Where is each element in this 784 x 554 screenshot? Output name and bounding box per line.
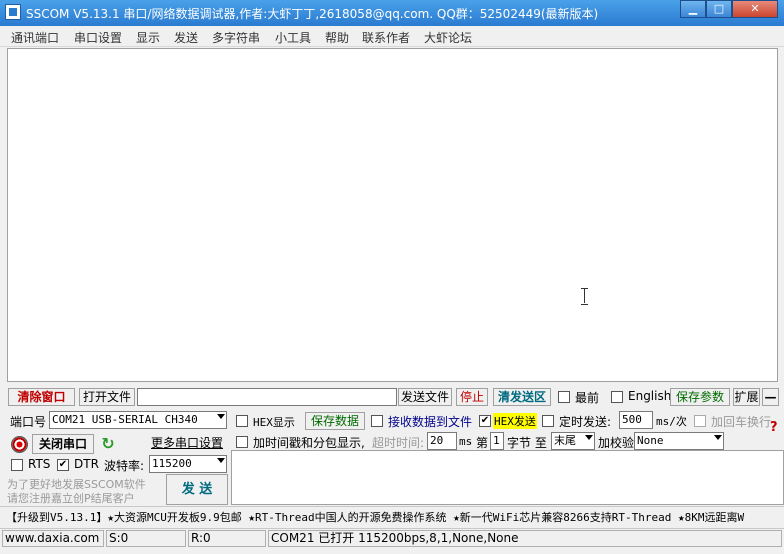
send-file-button[interactable]: 发送文件 (398, 388, 452, 406)
collapse-button[interactable]: — (762, 388, 779, 406)
timeout-unit-label: ms (459, 435, 473, 448)
interval-unit-label: ms/次 (656, 415, 687, 428)
menu-forum[interactable]: 大虾论坛 (424, 29, 472, 46)
recv-to-file-checkbox[interactable] (371, 415, 383, 427)
english-label: English (628, 389, 672, 403)
app-icon (5, 4, 21, 20)
menu-comm-port[interactable]: 通讯端口 (11, 29, 59, 46)
more-port-settings-link[interactable]: 更多串口设置 (151, 434, 223, 451)
hex-send-label: HEX发送 (493, 413, 537, 429)
news-ticker[interactable]: 【升级到V5.13.1】★大资源MCU开发板9.9包邮 ★RT-Thread中国… (0, 506, 784, 526)
menu-display[interactable]: 显示 (136, 29, 160, 46)
byte-to-label: 字节 至 (507, 436, 547, 450)
port-select[interactable]: COM21 USB-SERIAL CH340 (49, 411, 227, 429)
topmost-checkbox[interactable] (558, 391, 570, 403)
add-crlf-label: 加回车换行 (711, 415, 772, 429)
minimize-button[interactable]: ▁ (680, 0, 706, 18)
save-params-button[interactable]: 保存参数 (670, 388, 730, 406)
topmost-label: 最前 (575, 391, 600, 405)
rts-label: RTS (28, 457, 51, 471)
port-status-led-icon (11, 436, 28, 453)
timestamp-label: 加时间戳和分包显示, (253, 436, 365, 450)
baud-select[interactable]: 115200 (149, 455, 227, 473)
receive-textarea[interactable] (7, 48, 778, 382)
timestamp-checkbox[interactable] (236, 436, 248, 448)
refresh-icon[interactable]: ↻ (98, 434, 118, 454)
status-port-state: COM21 已打开 115200bps,8,1,None,None (268, 530, 782, 547)
rts-checkbox[interactable] (11, 459, 23, 471)
promo-line-2: 请您注册嘉立创P结尾客户 (7, 492, 135, 505)
chevron-down-icon (714, 435, 722, 440)
english-checkbox[interactable] (611, 391, 623, 403)
timeout-input[interactable]: 20 (427, 432, 457, 450)
menu-help[interactable]: 帮助 (325, 29, 349, 46)
chevron-down-icon (585, 435, 593, 440)
window-title: SSCOM V5.13.1 串口/网络数据调试器,作者:大虾丁丁,2618058… (26, 7, 599, 21)
chevron-down-icon (217, 414, 225, 419)
help-icon[interactable]: ? (770, 420, 778, 435)
baud-label: 波特率: (104, 459, 145, 473)
checksum-label: 加校验 (598, 436, 635, 450)
add-crlf-checkbox[interactable] (694, 415, 706, 427)
checksum-select-value: None (637, 434, 664, 447)
timeout-label: 超时时间: (372, 436, 425, 450)
news-ticker-text: 【升级到V5.13.1】★大资源MCU开发板9.9包邮 ★RT-Thread中国… (6, 511, 745, 524)
port-select-value: COM21 USB-SERIAL CH340 (52, 413, 198, 426)
menu-multi-string[interactable]: 多字符串 (212, 29, 260, 46)
text-cursor-icon (580, 288, 589, 305)
status-sent-count: S:0 (106, 530, 186, 547)
status-recv-count: R:0 (188, 530, 266, 547)
menu-bar: 通讯端口 串口设置 显示 发送 多字符串 小工具 帮助 联系作者 大虾论坛 (0, 26, 784, 47)
menu-port-settings[interactable]: 串口设置 (74, 29, 122, 46)
timed-send-checkbox[interactable] (542, 415, 554, 427)
expand-button[interactable]: 扩展 (733, 388, 760, 406)
dtr-checkbox[interactable]: ✔ (57, 459, 69, 471)
close-port-button[interactable]: 关闭串口 (32, 434, 94, 454)
byte-end-select-value: 末尾 (554, 434, 576, 447)
hex-display-label: HEX显示 (253, 416, 295, 429)
timed-send-label: 定时发送: (559, 415, 612, 429)
port-label: 端口号 (10, 415, 47, 429)
file-path-input[interactable] (137, 388, 397, 406)
byte-index-input[interactable]: 1 (490, 432, 504, 450)
recv-to-file-label: 接收数据到文件 (388, 415, 473, 429)
title-bar: SSCOM V5.13.1 串口/网络数据调试器,作者:大虾丁丁,2618058… (0, 0, 784, 26)
status-website[interactable]: www.daxia.com (2, 530, 104, 547)
baud-select-value: 115200 (152, 457, 192, 470)
maximize-button[interactable]: □ (706, 0, 732, 18)
menu-contact-author[interactable]: 联系作者 (362, 29, 410, 46)
byte-end-select[interactable]: 末尾 (551, 432, 595, 450)
clear-send-button[interactable]: 清发送区 (493, 388, 551, 406)
byte-from-prefix-label: 第 (476, 436, 489, 450)
chevron-down-icon (217, 458, 225, 463)
dtr-label: DTR (74, 457, 99, 471)
send-textarea[interactable] (231, 450, 784, 505)
stop-button[interactable]: 停止 (456, 388, 488, 406)
interval-input[interactable]: 500 (619, 411, 653, 429)
checksum-select[interactable]: None (634, 432, 724, 450)
send-button[interactable]: 发 送 (166, 474, 228, 505)
open-file-button[interactable]: 打开文件 (79, 388, 135, 406)
save-data-button[interactable]: 保存数据 (305, 412, 365, 430)
clear-window-button[interactable]: 清除窗口 (8, 388, 75, 406)
status-bar: www.daxia.com S:0 R:0 COM21 已打开 115200bp… (0, 528, 784, 548)
menu-send[interactable]: 发送 (174, 29, 198, 46)
hex-display-checkbox[interactable] (236, 415, 248, 427)
close-button[interactable]: ✕ (732, 0, 778, 18)
menu-tools[interactable]: 小工具 (275, 29, 311, 46)
hex-send-checkbox[interactable]: ✔ (479, 415, 491, 427)
